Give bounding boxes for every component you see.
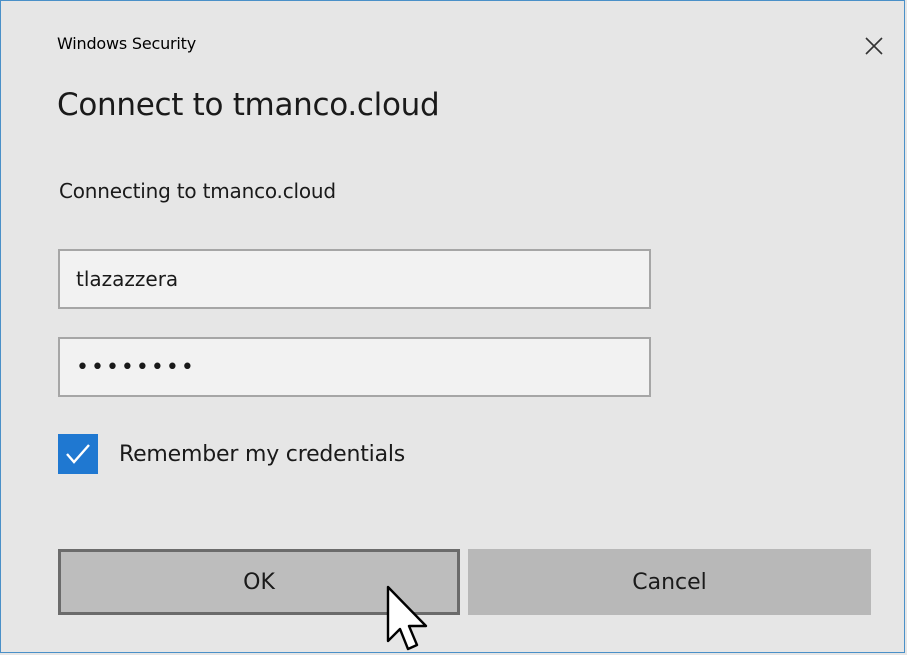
windows-security-dialog: Windows Security Connect to tmanco.cloud…	[0, 0, 905, 653]
remember-credentials-checkbox[interactable]	[58, 434, 98, 474]
close-icon	[865, 37, 883, 55]
ok-button-label: OK	[243, 569, 275, 595]
checkmark-icon	[66, 444, 90, 464]
ok-button[interactable]: OK	[58, 549, 460, 615]
window-title: Windows Security	[57, 34, 197, 53]
username-field[interactable]: tlazazzera	[58, 249, 651, 309]
cancel-button[interactable]: Cancel	[468, 549, 871, 615]
dialog-message: Connecting to tmanco.cloud	[59, 179, 336, 203]
dialog-heading: Connect to tmanco.cloud	[57, 87, 440, 123]
cancel-button-label: Cancel	[632, 569, 707, 595]
username-value: tlazazzera	[76, 267, 179, 291]
remember-credentials-label: Remember my credentials	[119, 441, 406, 467]
remember-credentials-option[interactable]: Remember my credentials	[58, 434, 405, 474]
password-field[interactable]: ••••••••	[58, 337, 651, 397]
close-button[interactable]	[857, 29, 891, 63]
password-value: ••••••••	[76, 354, 196, 380]
